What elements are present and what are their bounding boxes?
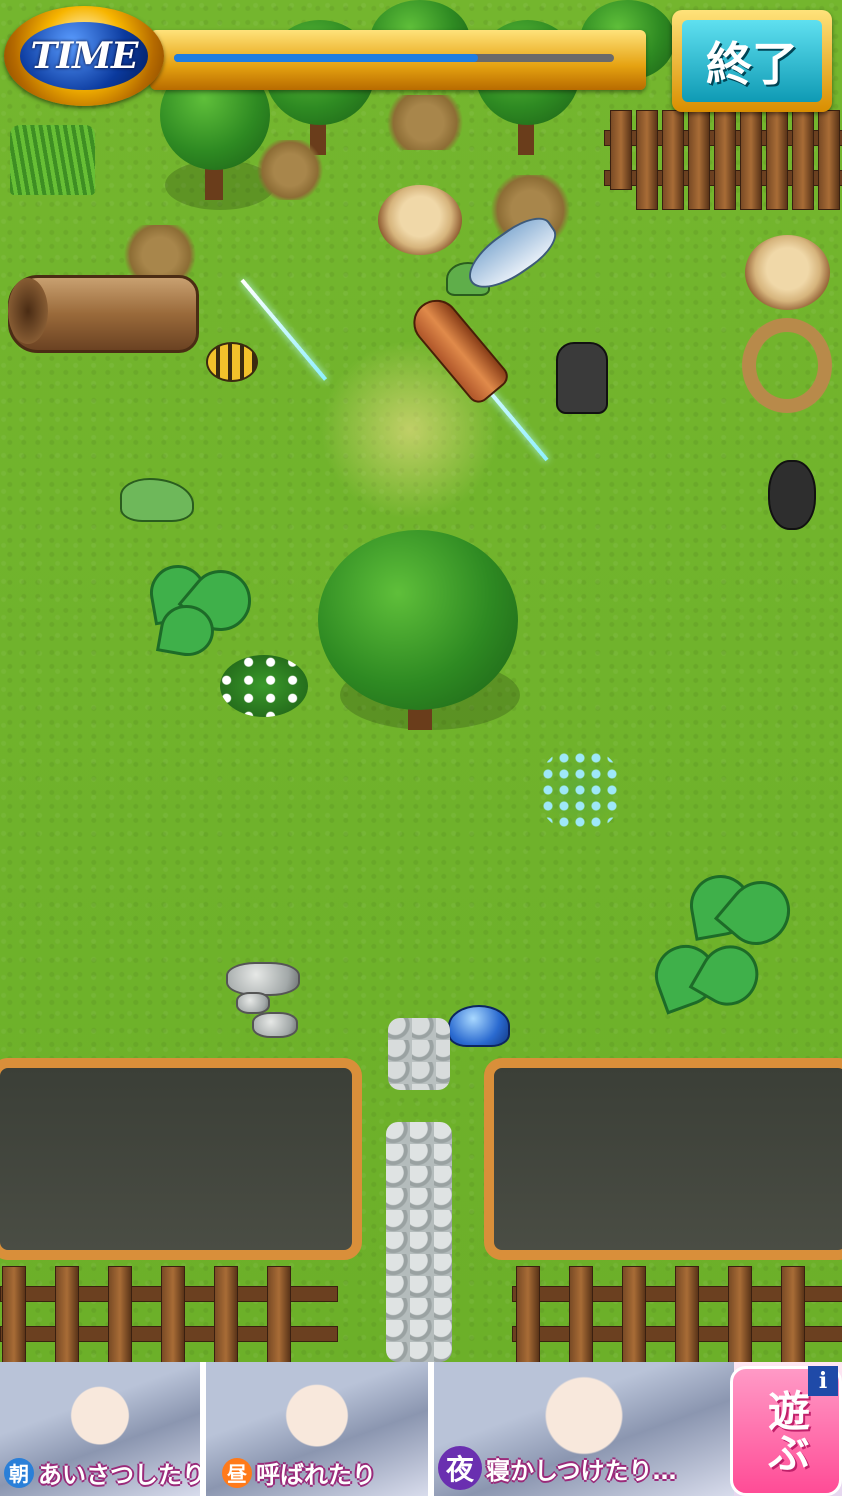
time-badge: TIME bbox=[4, 6, 164, 106]
play-button-label: 遊ぶ bbox=[761, 1389, 811, 1473]
ad-time-badge: 昼 bbox=[222, 1457, 252, 1488]
ad-caption: 夜 寝かしつけたり… bbox=[438, 1446, 677, 1490]
blue-flower-patch bbox=[540, 750, 620, 830]
fence-post bbox=[108, 1266, 132, 1362]
dark-pond bbox=[0, 1058, 362, 1260]
dirt-patch bbox=[380, 95, 470, 150]
fence-post bbox=[714, 110, 736, 210]
fence-post bbox=[569, 1266, 593, 1362]
fence-post bbox=[55, 1266, 79, 1362]
ad-time-badge: 朝 bbox=[4, 1457, 34, 1488]
time-bar-fill bbox=[174, 54, 478, 62]
time-bar bbox=[150, 30, 646, 90]
ad-caption: 昼 呼ばれたり bbox=[222, 1455, 376, 1490]
time-bar-track bbox=[174, 54, 614, 62]
ad-caption-text: 呼ばれたり bbox=[256, 1461, 376, 1489]
black-cat[interactable] bbox=[556, 342, 608, 414]
fence-post bbox=[636, 110, 658, 210]
stone bbox=[236, 992, 270, 1014]
stone-path bbox=[388, 1018, 450, 1090]
tall-grass bbox=[10, 125, 95, 195]
ad-caption: 朝 あいさつしたり bbox=[4, 1455, 200, 1490]
bee[interactable] bbox=[206, 342, 258, 382]
fence-post bbox=[766, 110, 788, 210]
fence-post bbox=[688, 110, 710, 210]
dark-pond bbox=[484, 1058, 842, 1260]
stone-path bbox=[386, 1122, 452, 1362]
fence-post bbox=[2, 1266, 26, 1362]
fence-post bbox=[214, 1266, 238, 1362]
twig-ring bbox=[742, 318, 832, 413]
fence-post bbox=[662, 110, 684, 210]
fence-post bbox=[728, 1266, 752, 1362]
leafy-plant bbox=[688, 934, 770, 1017]
fence-post bbox=[792, 110, 814, 210]
fence-post bbox=[610, 110, 632, 190]
black-mouse[interactable] bbox=[768, 460, 816, 530]
ad-caption-text: 寝かしつけたり… bbox=[486, 1456, 677, 1485]
end-button-label: 終了 bbox=[706, 37, 798, 91]
fence-post bbox=[818, 110, 840, 210]
time-label: TIME bbox=[30, 35, 139, 77]
big-tree bbox=[318, 530, 518, 710]
fence-post bbox=[675, 1266, 699, 1362]
fence-post bbox=[161, 1266, 185, 1362]
fence-post bbox=[740, 110, 762, 210]
stone bbox=[226, 962, 300, 996]
ad-banner[interactable]: 朝 あいさつしたり 昼 呼ばれたり 夜 寝かしつけたり… bbox=[0, 1362, 842, 1496]
game-field[interactable] bbox=[0, 0, 842, 1362]
snake[interactable] bbox=[120, 478, 194, 522]
end-button[interactable]: 終了 bbox=[672, 10, 832, 112]
fence-post bbox=[267, 1266, 291, 1362]
tree-stump bbox=[745, 235, 830, 310]
ad-panel-morning[interactable]: 朝 あいさつしたり bbox=[0, 1362, 200, 1496]
fence-post bbox=[781, 1266, 805, 1362]
ad-info-icon[interactable]: i bbox=[808, 1366, 838, 1396]
tree-stump bbox=[378, 185, 462, 255]
log-end bbox=[8, 278, 48, 344]
ad-caption-text: あいさつしたり bbox=[38, 1461, 200, 1489]
blue-slime[interactable] bbox=[448, 1005, 510, 1047]
ad-time-badge: 夜 bbox=[438, 1446, 482, 1490]
stone bbox=[252, 1012, 298, 1038]
fence-post bbox=[622, 1266, 646, 1362]
fence-post bbox=[516, 1266, 540, 1362]
ad-panel-noon[interactable]: 昼 呼ばれたり bbox=[206, 1362, 428, 1496]
flower-bush bbox=[220, 655, 308, 717]
dirt-patch bbox=[255, 140, 325, 200]
